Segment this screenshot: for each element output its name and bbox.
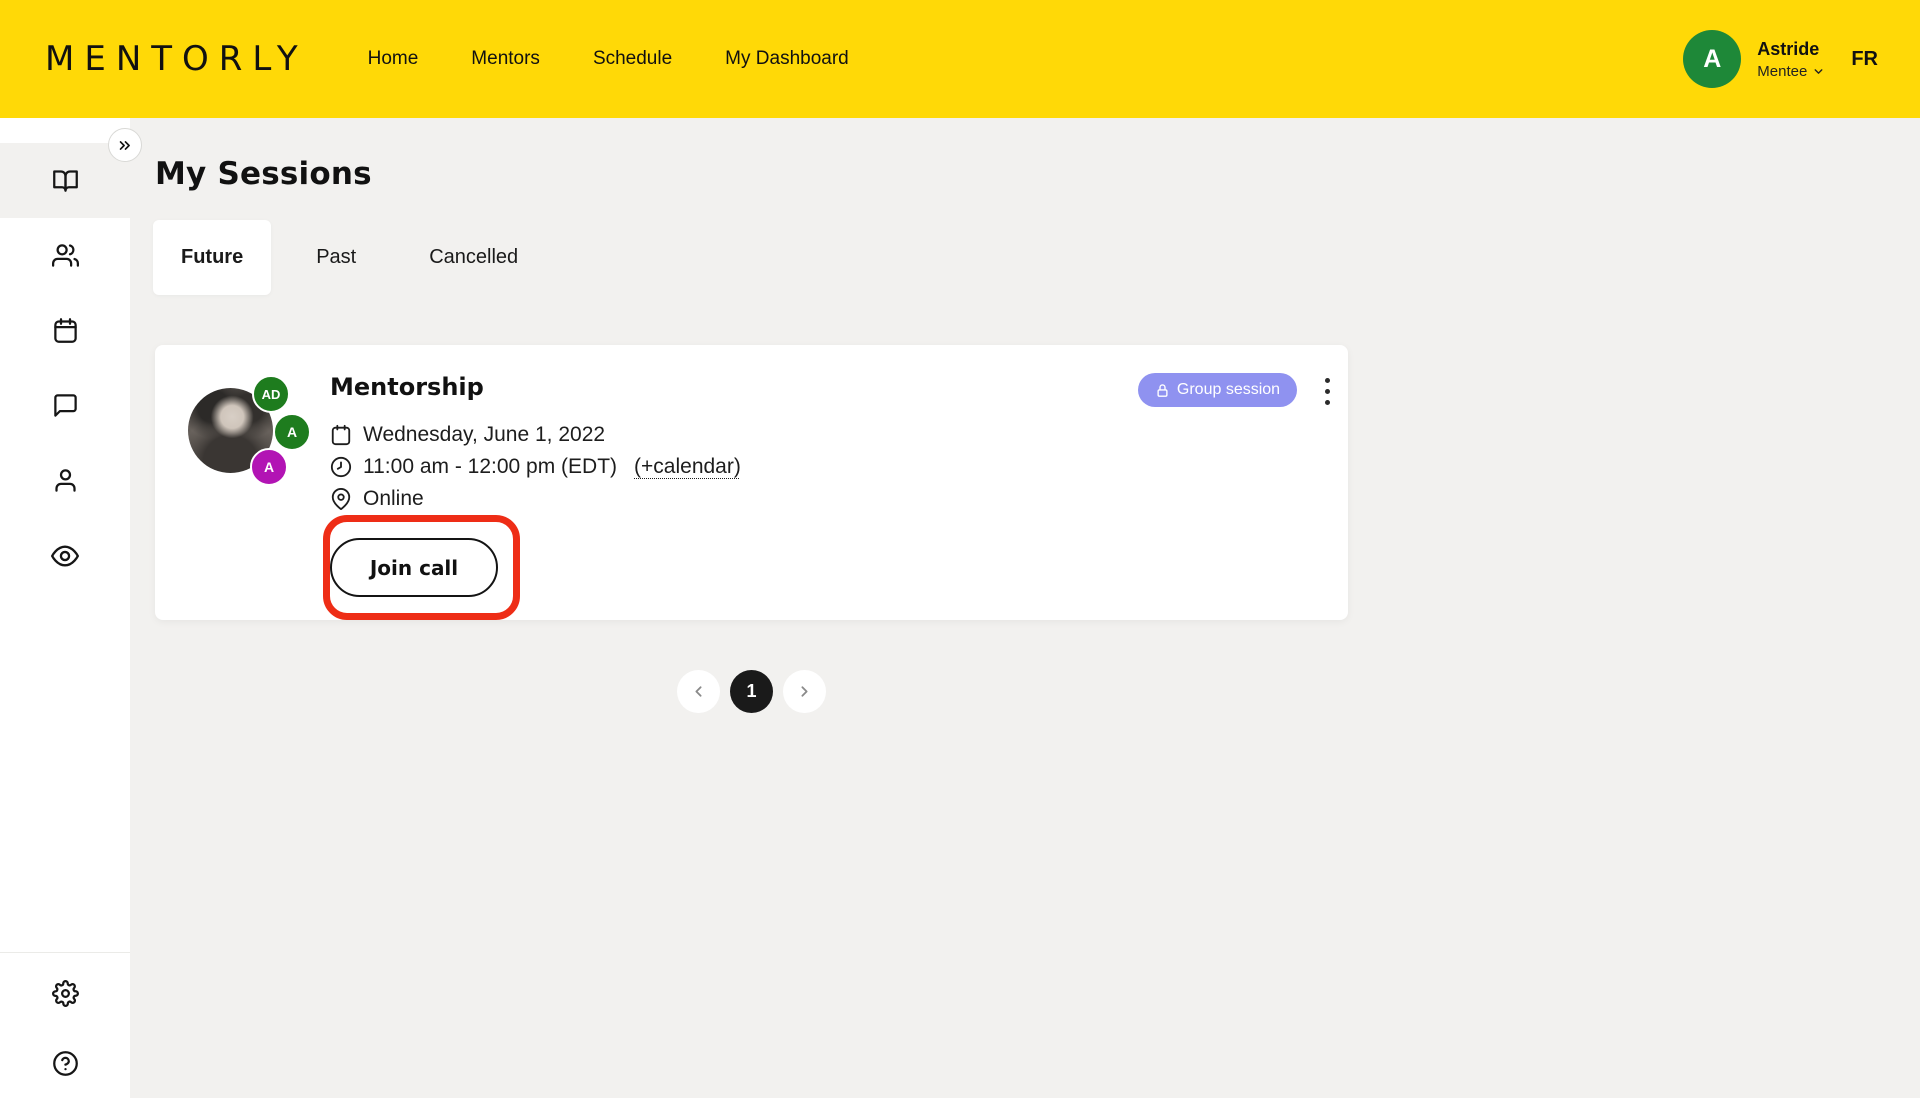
sidebar-item-messages[interactable] bbox=[0, 368, 130, 443]
nav-home[interactable]: Home bbox=[368, 48, 419, 70]
participant-badge: A bbox=[250, 448, 288, 486]
tab-future[interactable]: Future bbox=[153, 220, 271, 295]
gear-icon bbox=[52, 980, 79, 1007]
main-content: My Sessions Future Past Cancelled AD A A… bbox=[130, 118, 1920, 1098]
user-role-label: Mentee bbox=[1757, 63, 1807, 80]
tab-past[interactable]: Past bbox=[281, 220, 391, 295]
pagination-page-1[interactable]: 1 bbox=[730, 670, 773, 713]
join-call-button[interactable]: Join call bbox=[330, 538, 498, 597]
sidebar bbox=[0, 118, 130, 1098]
add-to-calendar-link[interactable]: (+calendar) bbox=[634, 455, 741, 479]
app-header: MENTORLY Home Mentors Schedule My Dashbo… bbox=[0, 0, 1920, 118]
chevron-left-icon bbox=[690, 683, 707, 700]
sidebar-item-calendar[interactable] bbox=[0, 293, 130, 368]
calendar-icon bbox=[52, 317, 79, 344]
user-avatar[interactable]: A bbox=[1683, 30, 1741, 88]
user-menu[interactable]: Astride Mentee bbox=[1757, 39, 1825, 80]
chevrons-right-icon bbox=[117, 137, 134, 154]
header-user-area: A Astride Mentee FR bbox=[1683, 30, 1878, 88]
sessions-tabs: Future Past Cancelled bbox=[153, 220, 546, 295]
page-title: My Sessions bbox=[155, 156, 372, 192]
book-open-icon bbox=[52, 167, 79, 194]
mentorly-logo[interactable]: MENTORLY bbox=[45, 39, 308, 79]
sidebar-item-help[interactable] bbox=[0, 1028, 130, 1098]
sidebar-nav bbox=[0, 143, 130, 593]
calendar-icon bbox=[330, 424, 352, 446]
user-role-dropdown[interactable]: Mentee bbox=[1757, 63, 1825, 80]
session-date: Wednesday, June 1, 2022 bbox=[363, 423, 605, 447]
session-time: 11:00 am - 12:00 pm (EDT) bbox=[363, 455, 617, 479]
session-card: AD A A Mentorship Wednesday, June 1, 202… bbox=[155, 345, 1348, 620]
pagination: 1 bbox=[155, 670, 1348, 713]
session-time-row: 11:00 am - 12:00 pm (EDT) (+calendar) bbox=[330, 451, 741, 483]
session-date-row: Wednesday, June 1, 2022 bbox=[330, 419, 741, 451]
pagination-prev-button[interactable] bbox=[677, 670, 720, 713]
pagination-next-button[interactable] bbox=[783, 670, 826, 713]
participant-badge: AD bbox=[252, 375, 290, 413]
group-session-label: Group session bbox=[1177, 381, 1280, 399]
sidebar-item-browse[interactable] bbox=[0, 518, 130, 593]
eye-icon bbox=[51, 542, 79, 570]
top-navigation: Home Mentors Schedule My Dashboard bbox=[368, 48, 849, 70]
clock-icon bbox=[330, 456, 352, 478]
location-pin-icon bbox=[330, 488, 352, 510]
language-toggle[interactable]: FR bbox=[1851, 48, 1878, 71]
sidebar-item-settings[interactable] bbox=[0, 958, 130, 1028]
user-name: Astride bbox=[1757, 39, 1825, 60]
chevron-down-icon bbox=[1812, 65, 1825, 78]
sidebar-expand-button[interactable] bbox=[108, 128, 142, 162]
chat-icon bbox=[52, 392, 79, 419]
sidebar-item-profile[interactable] bbox=[0, 443, 130, 518]
nav-my-dashboard[interactable]: My Dashboard bbox=[725, 48, 849, 70]
person-icon bbox=[52, 467, 79, 494]
participant-badge: A bbox=[273, 413, 311, 451]
nav-mentors[interactable]: Mentors bbox=[471, 48, 540, 70]
group-session-badge: Group session bbox=[1138, 373, 1297, 407]
chevron-right-icon bbox=[796, 683, 813, 700]
lock-icon bbox=[1155, 383, 1170, 398]
tab-cancelled[interactable]: Cancelled bbox=[401, 220, 546, 295]
session-options-menu[interactable] bbox=[1315, 374, 1339, 408]
session-location: Online bbox=[363, 487, 424, 511]
session-info: Wednesday, June 1, 2022 11:00 am - 12:00… bbox=[330, 419, 741, 515]
help-icon bbox=[52, 1050, 79, 1077]
nav-schedule[interactable]: Schedule bbox=[593, 48, 672, 70]
session-location-row: Online bbox=[330, 483, 741, 515]
sidebar-item-mentors[interactable] bbox=[0, 218, 130, 293]
sidebar-footer bbox=[0, 952, 130, 1098]
people-icon bbox=[52, 242, 79, 269]
session-title: Mentorship bbox=[330, 373, 484, 401]
